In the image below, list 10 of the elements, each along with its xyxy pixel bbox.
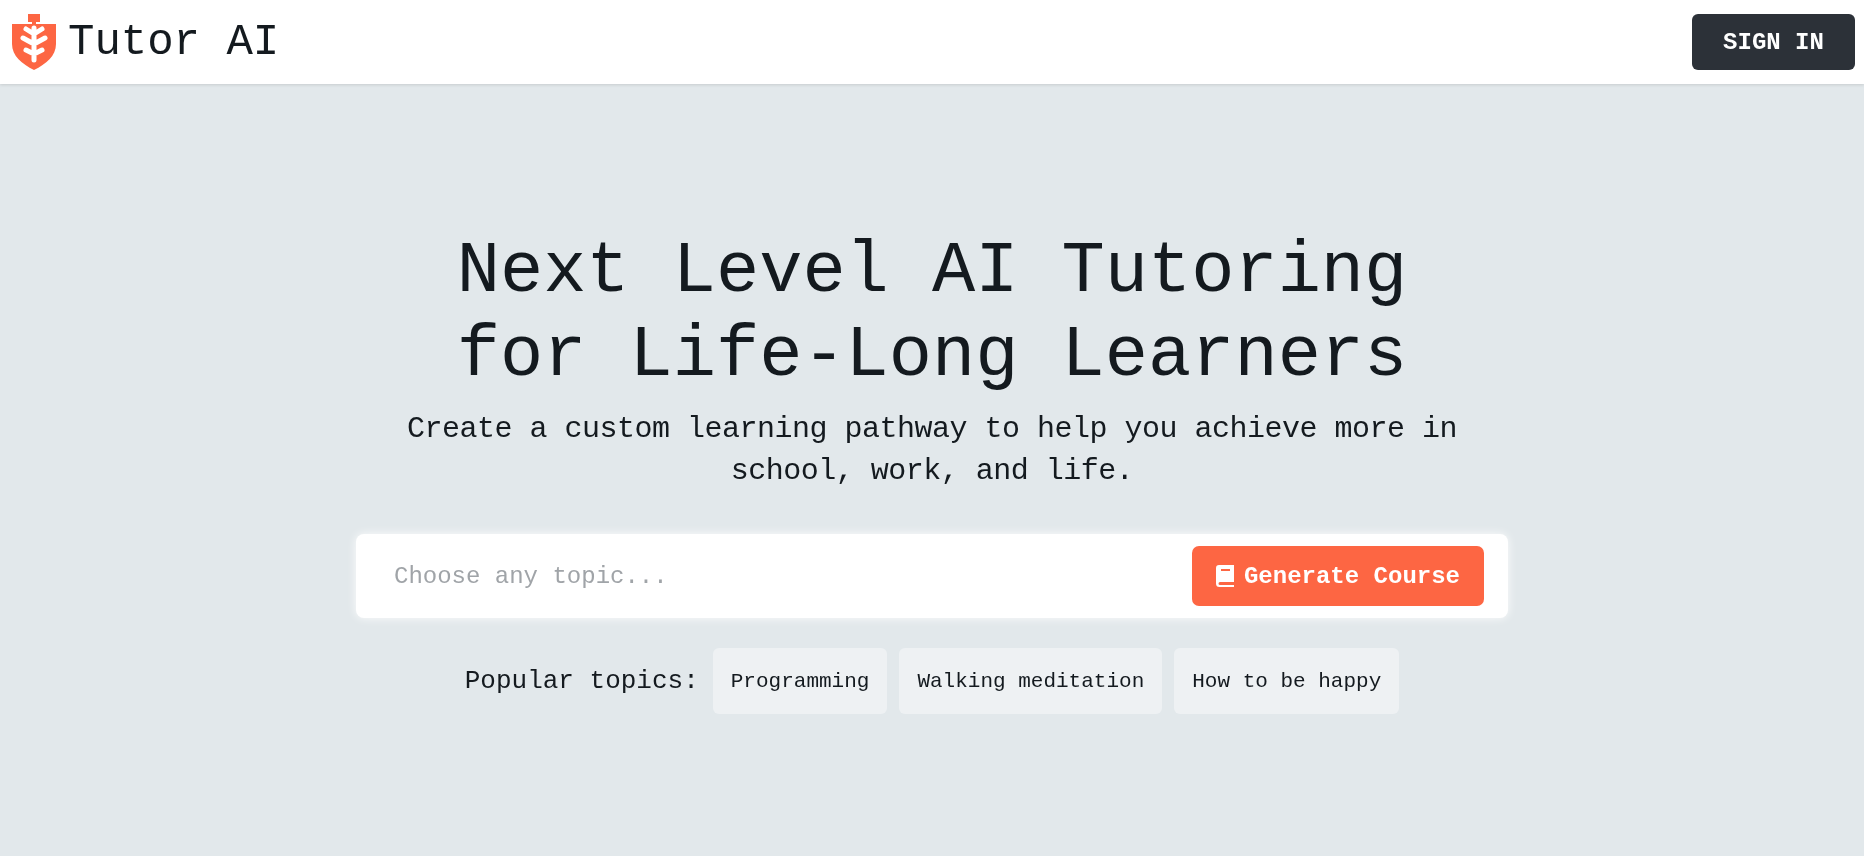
- headline: Next Level AI Tutoring for Life-Long Learners: [456, 230, 1408, 398]
- subtitle: Create a custom learning pathway to help you achieve more in school, work, and life.: [405, 411, 1459, 490]
- book-icon: [1215, 565, 1234, 587]
- brand-name: Tutor AI: [68, 17, 280, 67]
- topic-chip[interactable]: How to be happy: [1174, 648, 1400, 714]
- logo-icon: [10, 14, 58, 70]
- topic-chip[interactable]: Walking meditation: [899, 648, 1163, 714]
- popular-topics-label: Popular topics:: [464, 666, 699, 696]
- topic-chip[interactable]: Programming: [712, 648, 888, 714]
- sign-in-button[interactable]: SIGN IN: [1692, 14, 1855, 70]
